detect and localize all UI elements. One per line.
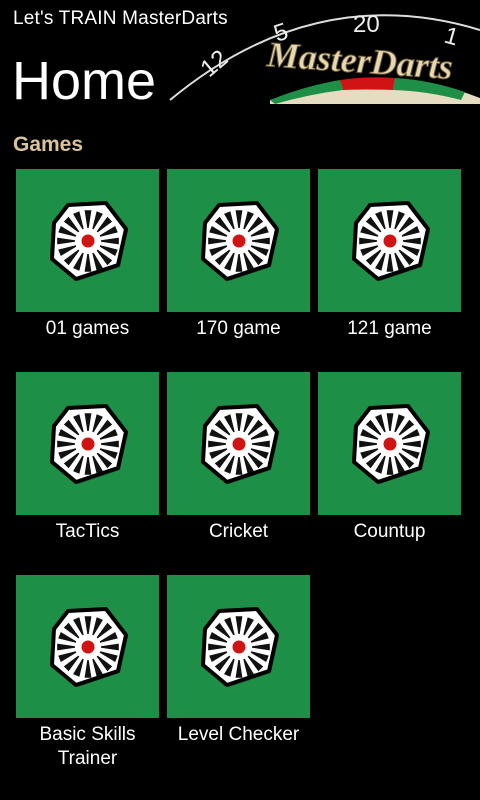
board-number-20: 20 bbox=[353, 11, 380, 38]
game-tile-cricket[interactable]: Cricket bbox=[167, 372, 310, 544]
tile-label: Countup bbox=[353, 521, 426, 542]
tile-label: TacTics bbox=[55, 521, 120, 542]
dartboard-segment-icon bbox=[200, 200, 281, 283]
dartboard-segment-icon bbox=[200, 403, 281, 486]
tile-label: Basic Skills Trainer bbox=[39, 724, 136, 769]
game-tile-01-games[interactable]: 01 games bbox=[16, 169, 159, 341]
tile-background[interactable] bbox=[16, 169, 159, 312]
tile-label: Level Checker bbox=[177, 724, 300, 745]
tile-background[interactable] bbox=[167, 372, 310, 515]
tile-background[interactable] bbox=[16, 372, 159, 515]
tile-background[interactable] bbox=[318, 372, 461, 515]
game-tile-countup[interactable]: Countup bbox=[318, 372, 461, 544]
game-tile-121-game[interactable]: 121 game bbox=[318, 169, 461, 341]
dartboard-segment-icon bbox=[351, 403, 432, 486]
dartboard-segment-icon bbox=[49, 200, 130, 283]
page-title: Home bbox=[12, 51, 157, 111]
game-tile-level-checker[interactable]: Level Checker bbox=[167, 575, 310, 747]
section-title-games: Games bbox=[13, 133, 84, 156]
tile-label: 01 games bbox=[45, 318, 130, 339]
dartboard-segment-icon bbox=[200, 606, 281, 689]
game-tile-170-game[interactable]: 170 game bbox=[167, 169, 310, 341]
dartboard-segment-icon bbox=[49, 606, 130, 689]
dartboard-segment-icon bbox=[49, 403, 130, 486]
game-tile-tactics[interactable]: TacTics bbox=[16, 372, 159, 544]
dartboard-logo-header: 12 5 20 1 MasterDarts bbox=[169, 11, 480, 104]
tile-label: Cricket bbox=[208, 521, 269, 542]
masterdarts-logo: MasterDarts bbox=[265, 34, 454, 87]
game-tile-basic-skills-trainer[interactable]: Basic Skills Trainer bbox=[16, 575, 159, 771]
dartboard-segment-icon bbox=[351, 200, 432, 283]
tile-label: 170 game bbox=[196, 318, 281, 339]
tile-background[interactable] bbox=[167, 169, 310, 312]
tile-background[interactable] bbox=[167, 575, 310, 718]
tile-background[interactable] bbox=[318, 169, 461, 312]
tile-background[interactable] bbox=[16, 575, 159, 718]
tile-label: 121 game bbox=[347, 318, 432, 339]
